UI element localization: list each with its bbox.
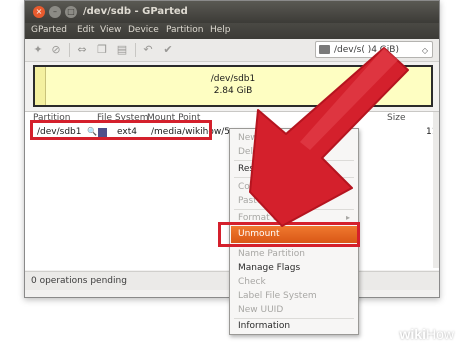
unmount-highlight-box (218, 222, 360, 247)
partition-block-size: 2.84 GiB (213, 86, 253, 96)
wikihow-watermark: wikiHow (400, 326, 454, 342)
new-icon[interactable]: ✦ (31, 43, 45, 57)
toolbar-separator (69, 43, 70, 57)
disk-icon (319, 45, 330, 54)
row-highlight-box (30, 120, 212, 140)
window-title: /dev/sdb - GParted (83, 6, 188, 17)
menu-item-name-partition[interactable]: Name Partition (238, 249, 305, 259)
partition-block-name: /dev/sdb1 (210, 74, 256, 84)
title-bar: × – □ /dev/sdb - GParted (25, 1, 439, 23)
apply-icon[interactable]: ✔ (161, 43, 175, 57)
maximize-window-button[interactable]: □ (65, 6, 77, 18)
table-scrollbar[interactable] (433, 112, 439, 268)
resize-icon[interactable]: ⇔ (75, 43, 89, 57)
minimize-window-button[interactable]: – (49, 6, 61, 18)
menu-item-label-file-system[interactable]: Label File System (238, 291, 317, 301)
menu-device[interactable]: Device (128, 25, 159, 35)
device-select-value: /dev/s( )4 GiB) (334, 45, 399, 55)
column-header-size[interactable]: Size (387, 113, 405, 123)
menu-edit[interactable]: Edit (77, 25, 94, 35)
watermark-suffix: How (425, 326, 454, 342)
close-window-button[interactable]: × (33, 6, 45, 18)
status-text: 0 operations pending (31, 276, 127, 286)
menu-item-delete[interactable]: Delete (238, 147, 268, 157)
menu-item-copy[interactable]: Copy (238, 182, 261, 192)
partition-block-sdb1[interactable]: /dev/sdb1 2.84 GiB (33, 65, 433, 107)
menu-item-check[interactable]: Check (238, 277, 266, 287)
menu-view[interactable]: View (100, 25, 121, 35)
chevron-down-icon: ◇ (421, 46, 428, 55)
paste-icon[interactable]: ▤ (115, 43, 129, 57)
menu-bar: GParted Edit View Device Partition Help (25, 23, 439, 39)
menu-item-new-uuid[interactable]: New UUID (238, 305, 283, 315)
toolbar-separator (135, 43, 136, 57)
menu-help[interactable]: Help (210, 25, 231, 35)
menu-item-information[interactable]: Information (238, 321, 290, 331)
menu-item-new[interactable]: New (238, 133, 258, 143)
undo-icon[interactable]: ↶ (141, 43, 155, 57)
menu-separator (234, 177, 354, 178)
copy-icon[interactable]: ❐ (95, 43, 109, 57)
device-select[interactable]: /dev/s( )4 GiB) ◇ (315, 41, 433, 58)
menu-item-manage-flags[interactable]: Manage Flags (238, 263, 300, 273)
partition-map: /dev/sdb1 2.84 GiB (25, 62, 439, 111)
watermark-brand: wiki (399, 326, 426, 342)
submenu-arrow-icon: ▸ (345, 213, 350, 222)
delete-icon[interactable]: ⊘ (49, 43, 63, 57)
menu-separator (234, 209, 354, 210)
menu-gparted[interactable]: GParted (31, 25, 67, 35)
menu-separator (234, 318, 354, 319)
menu-separator (234, 160, 354, 161)
toolbar: ✦ ⊘ ⇔ ❐ ▤ ↶ ✔ /dev/s( )4 GiB) ◇ (25, 39, 439, 62)
menu-item-resize-move[interactable]: Resize/Move (238, 164, 294, 174)
menu-item-paste[interactable]: Paste (238, 196, 262, 206)
menu-partition[interactable]: Partition (166, 25, 204, 35)
